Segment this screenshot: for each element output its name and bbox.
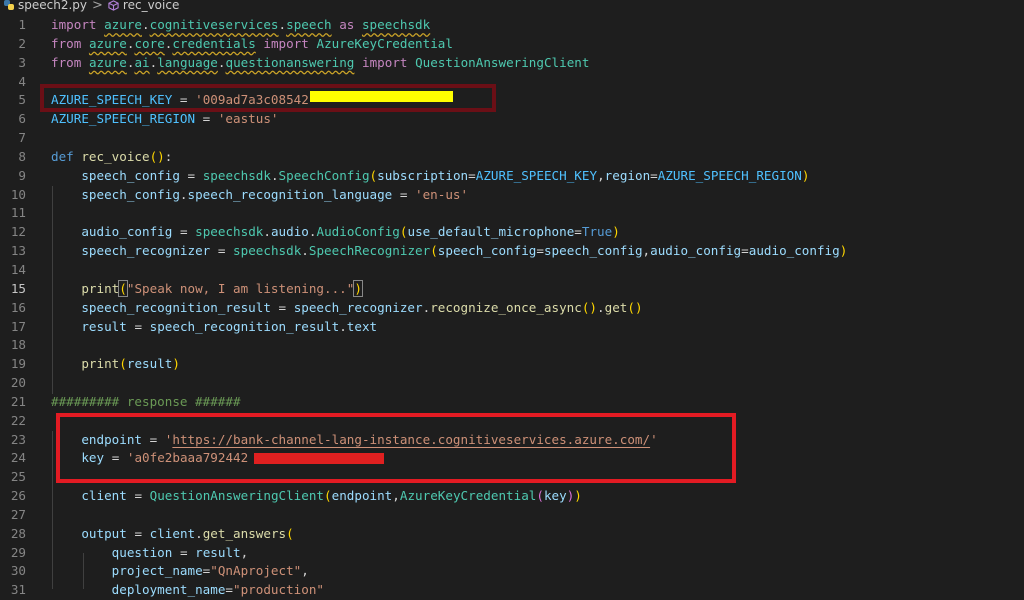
code-line: 16 speech_recognition_result = speech_re… [10, 299, 643, 315]
code-line: 20 [10, 375, 26, 391]
code-line: 2 from azure.core.credentials import Azur… [18, 35, 453, 51]
code-line: 19 print(result) [10, 356, 180, 372]
code-line: 30 project_name="QnAproject", [10, 563, 309, 579]
annotation-box-speech-key [40, 84, 496, 112]
code-line: 7 [18, 130, 26, 146]
python-file-icon [4, 0, 14, 10]
code-line: 12 audio_config = speechsdk.audio.AudioC… [10, 224, 620, 240]
breadcrumb-separator: > [92, 0, 103, 13]
code-line: 9 speech_config = speechsdk.SpeechConfig… [18, 167, 810, 183]
code-line: 21 ######### response ###### [10, 393, 241, 409]
code-line: 31 deployment_name="production" [10, 582, 324, 598]
breadcrumb-symbol[interactable]: rec_voice [108, 0, 179, 12]
code-line: 26 client = QuestionAnsweringClient(endp… [10, 488, 582, 504]
code-line-active: 15 print("Speak now, I am listening...") [10, 279, 363, 297]
code-line: 8 def rec_voice(): [18, 148, 173, 164]
code-line: 27 [10, 506, 26, 522]
breadcrumb-file-label: speech2.py [18, 0, 88, 12]
code-line: 10 speech_config.speech_recognition_lang… [10, 186, 469, 202]
code-line: 6 AZURE_SPEECH_REGION = 'eastus' [18, 111, 279, 127]
code-line: 14 [10, 261, 26, 277]
annotation-box-endpoint-key [56, 413, 736, 483]
code-line: 13 speech_recognizer = speechsdk.SpeechR… [10, 243, 848, 259]
code-line: 17 result = speech_recognition_result.te… [10, 318, 378, 334]
code-line: 18 [10, 337, 26, 353]
code-line: 29 question = result, [10, 544, 249, 560]
code-line: 11 [10, 205, 26, 221]
breadcrumb: speech2.py > rec_voice [0, 0, 1024, 14]
breadcrumb-file[interactable]: speech2.py [4, 0, 87, 12]
code-line: 3 from azure.ai.language.questionanswerin… [18, 54, 590, 70]
breadcrumb-symbol-label: rec_voice [122, 0, 180, 12]
code-line: 1 import azure.cognitiveservices.speech a… [18, 17, 431, 32]
code-line: 28 output = client.get_answers( [10, 525, 294, 541]
method-cube-icon [108, 0, 119, 11]
